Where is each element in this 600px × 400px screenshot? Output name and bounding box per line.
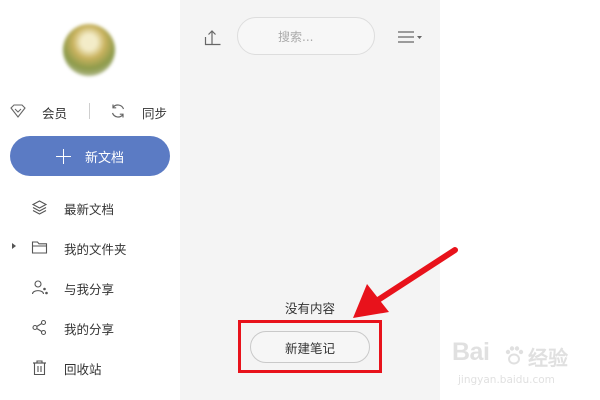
sort-menu-icon[interactable] bbox=[398, 30, 424, 44]
share-icon bbox=[32, 319, 47, 336]
avatar[interactable] bbox=[63, 24, 115, 76]
watermark-cn: 经验 bbox=[528, 346, 568, 370]
sidebar-item-label: 我的分享 bbox=[64, 322, 115, 337]
plus-icon bbox=[55, 148, 71, 164]
paw-icon bbox=[505, 346, 524, 365]
sidebar-item-latest-docs[interactable]: 最新文档 bbox=[0, 189, 180, 225]
trash-icon bbox=[33, 360, 46, 376]
search-input[interactable]: 搜索... bbox=[237, 17, 375, 55]
sidebar-item-label: 与我分享 bbox=[64, 282, 115, 297]
search-placeholder: 搜索... bbox=[278, 30, 314, 44]
expand-caret-icon[interactable] bbox=[12, 243, 16, 249]
vip-label[interactable]: 会员 bbox=[42, 103, 67, 122]
shared-with-me-icon bbox=[31, 280, 48, 295]
annotation-arrow-icon bbox=[353, 247, 458, 318]
sidebar-top-actions: 会员 同步 bbox=[0, 100, 180, 124]
sidebar-item-my-shares[interactable]: 我的分享 bbox=[0, 309, 180, 345]
new-document-label: 新文档 bbox=[84, 150, 124, 166]
sync-label[interactable]: 同步 bbox=[142, 103, 167, 122]
new-document-button[interactable]: 新文档 bbox=[10, 136, 170, 176]
sidebar-item-label: 最新文档 bbox=[64, 202, 115, 217]
watermark: Bai 经验 jingyan.baidu.com bbox=[452, 338, 597, 396]
sidebar-item-trash[interactable]: 回收站 bbox=[0, 349, 180, 385]
sidebar-item-label: 我的文件夹 bbox=[64, 242, 127, 257]
sidebar-item-shared-with-me[interactable]: 与我分享 bbox=[0, 269, 180, 305]
layers-icon bbox=[31, 200, 48, 215]
watermark-url: jingyan.baidu.com bbox=[458, 374, 555, 386]
divider bbox=[89, 103, 90, 119]
sidebar-item-label: 回收站 bbox=[64, 362, 102, 377]
folder-icon bbox=[31, 241, 48, 254]
sync-icon[interactable] bbox=[110, 103, 126, 119]
up-level-icon[interactable] bbox=[204, 28, 222, 46]
watermark-logo: Bai bbox=[452, 338, 490, 366]
diamond-icon[interactable] bbox=[10, 104, 26, 118]
sidebar: 会员 同步 新文档 最新文档 我的文件夹 与我分享 我的分享 回收站 bbox=[0, 0, 180, 400]
sidebar-item-my-folders[interactable]: 我的文件夹 bbox=[0, 229, 180, 265]
